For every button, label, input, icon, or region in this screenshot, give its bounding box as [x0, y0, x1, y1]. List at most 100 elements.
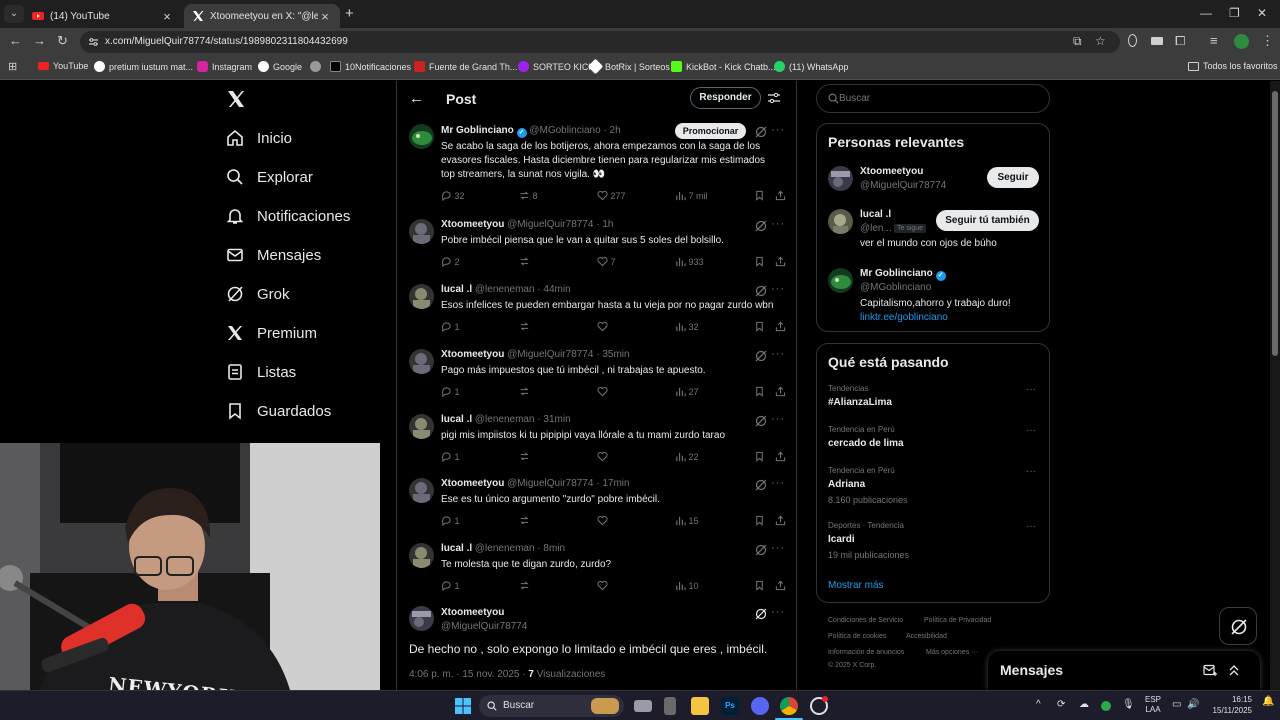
tweet-author[interactable]: lucal .l @leneneman · 8min [441, 543, 565, 554]
cloud-icon[interactable]: ☁ [1079, 699, 1089, 710]
grok-icon[interactable] [755, 350, 767, 362]
views-action[interactable]: 27 [675, 386, 699, 397]
close-icon[interactable]: × [318, 9, 332, 24]
promote-button[interactable]: Promocionar [675, 123, 746, 139]
nav-item-notificaciones[interactable]: Notificaciones [226, 207, 350, 225]
footer-link[interactable]: © 2025 X Corp. [828, 662, 876, 669]
bookmark-whatsapp[interactable]: (11) WhatsApp [774, 61, 848, 72]
person-name[interactable]: Xtoomeetyou [860, 166, 923, 177]
tweet-item[interactable]: lucal .l @leneneman · 31min ··· pigi mis i… [397, 411, 796, 473]
more-options-icon[interactable]: ··· [771, 348, 785, 360]
bookmark-sorteo-kick[interactable]: SORTEO KICK [518, 61, 594, 72]
minimize-button[interactable]: — [1200, 6, 1212, 20]
tray-app-icon[interactable] [1101, 701, 1111, 711]
scrollbar[interactable] [1270, 81, 1280, 690]
nav-item-inicio[interactable]: Inicio [226, 129, 292, 147]
tab-youtube[interactable]: (14) YouTube × [24, 4, 182, 28]
more-options-icon[interactable]: ··· [771, 542, 785, 554]
repost-action[interactable] [519, 451, 533, 462]
tweet-author[interactable]: lucal .l @leneneman · 44min [441, 284, 571, 295]
more-options-icon[interactable]: ··· [771, 124, 785, 136]
photoshop-icon[interactable]: Ps [721, 697, 739, 715]
share-action[interactable] [775, 515, 786, 526]
bookmark-action[interactable] [754, 321, 765, 332]
tray-app-icon[interactable]: ⟳ [1057, 699, 1065, 710]
like-action[interactable]: 277 [597, 190, 626, 201]
like-action[interactable] [597, 580, 611, 591]
profile-avatar[interactable] [1234, 34, 1249, 49]
bookmark-action[interactable] [754, 515, 765, 526]
puzzle-icon[interactable]: ⧠ [1175, 33, 1185, 49]
views-action[interactable]: 933 [675, 256, 704, 267]
views-action[interactable]: 32 [675, 321, 699, 332]
more-options-icon[interactable]: ··· [1026, 425, 1036, 436]
avatar[interactable] [409, 543, 434, 568]
nav-item-explorar[interactable]: Explorar [226, 168, 313, 186]
follow-button[interactable]: Seguir [987, 167, 1039, 188]
bookmark-action[interactable] [754, 451, 765, 462]
tab-search-button[interactable]: ⌄ [4, 5, 24, 23]
bookmark-action[interactable] [754, 190, 765, 201]
avatar[interactable] [409, 414, 434, 439]
grok-icon[interactable] [755, 126, 767, 138]
footer-link[interactable]: Información de anuncios [828, 649, 904, 656]
footer-link[interactable]: Accesibilidad [906, 633, 947, 640]
media-icon[interactable]: ≡ [1210, 33, 1218, 48]
avatar[interactable] [409, 124, 434, 149]
bookmark-action[interactable] [754, 256, 765, 267]
person-name[interactable]: Mr Goblinciano ✓ [860, 268, 946, 281]
network-icon[interactable]: ▭ [1172, 699, 1181, 710]
bookmark-pretium[interactable]: pretium iustum mat... [94, 61, 193, 72]
bookmark-kickbot[interactable]: KickBot - Kick Chatb... [671, 61, 776, 72]
nav-item-guardados[interactable]: Guardados [226, 402, 331, 420]
nav-item-grok[interactable]: Grok [226, 285, 290, 303]
tweet-author[interactable]: Xtoomeetyou @MiguelQuir78774 · 17min [441, 478, 630, 489]
like-action[interactable]: 7 [597, 256, 616, 267]
site-info-icon[interactable] [88, 37, 99, 47]
reply-button[interactable]: Responder [690, 87, 761, 109]
tweet-item[interactable]: Xtoomeetyou @MiguelQuir78774 · 1h ··· Pobr… [397, 216, 796, 278]
sliders-icon[interactable] [768, 92, 780, 104]
grok-icon[interactable] [755, 479, 767, 491]
views-action[interactable]: 7 mil [675, 190, 708, 201]
tweet-handle[interactable]: @MiguelQuir78774 [441, 621, 527, 632]
tweet-author[interactable]: Xtoomeetyou @MiguelQuir78774 · 1h [441, 219, 613, 230]
more-options-icon[interactable]: ··· [1026, 466, 1036, 477]
bookmark-youtube[interactable]: YouTube [38, 61, 88, 71]
tray-chevron-icon[interactable]: ^ [1036, 699, 1041, 710]
views-action[interactable]: 22 [675, 451, 699, 462]
new-message-icon[interactable] [1203, 664, 1217, 676]
reply-action[interactable]: 1 [441, 386, 460, 397]
tweet-item[interactable]: Xtoomeetyou @MiguelQuir78774 · 35min ··· P… [397, 346, 796, 408]
address-bar[interactable]: x.com/MiguelQuir78774/status/19898023118… [80, 31, 1120, 53]
avatar[interactable] [828, 209, 853, 234]
follow-back-button[interactable]: Seguir tú también [936, 210, 1039, 231]
share-action[interactable] [775, 256, 786, 267]
repost-action[interactable] [519, 386, 533, 397]
close-window-button[interactable]: ✕ [1257, 6, 1267, 20]
views-action[interactable]: 10 [675, 580, 699, 591]
repost-action[interactable] [519, 515, 533, 526]
repost-action[interactable] [519, 321, 533, 332]
more-options-icon[interactable]: ··· [771, 477, 785, 489]
trend-item[interactable]: Deportes · Tendencia Icardi 19 mil publica… [817, 521, 1049, 566]
repost-action[interactable] [519, 580, 533, 591]
all-bookmarks[interactable]: Todos los favoritos [1188, 61, 1278, 71]
forward-icon[interactable]: → [33, 33, 46, 48]
bookmark-grand-theft[interactable]: Fuente de Grand Th... [414, 61, 517, 72]
trend-item[interactable]: Tendencia en Perú cercado de lima ··· [817, 425, 1049, 470]
grok-icon[interactable] [755, 415, 767, 427]
reply-action[interactable]: 1 [441, 321, 460, 332]
reply-action[interactable]: 1 [441, 451, 460, 462]
reply-action[interactable]: 1 [441, 515, 460, 526]
reply-action[interactable]: 1 [441, 580, 460, 591]
more-options-icon[interactable]: ··· [771, 218, 785, 230]
grok-icon[interactable] [755, 220, 767, 232]
trend-item[interactable]: Tendencias #AlianzaLima ··· [817, 384, 1049, 429]
taskbar-search[interactable]: Buscar [479, 695, 624, 717]
language-indicator[interactable]: ESP LAA [1145, 695, 1161, 715]
expand-up-icon[interactable] [1228, 663, 1240, 677]
share-action[interactable] [775, 190, 786, 201]
task-view-icon[interactable] [634, 700, 652, 712]
avatar[interactable] [828, 166, 853, 191]
